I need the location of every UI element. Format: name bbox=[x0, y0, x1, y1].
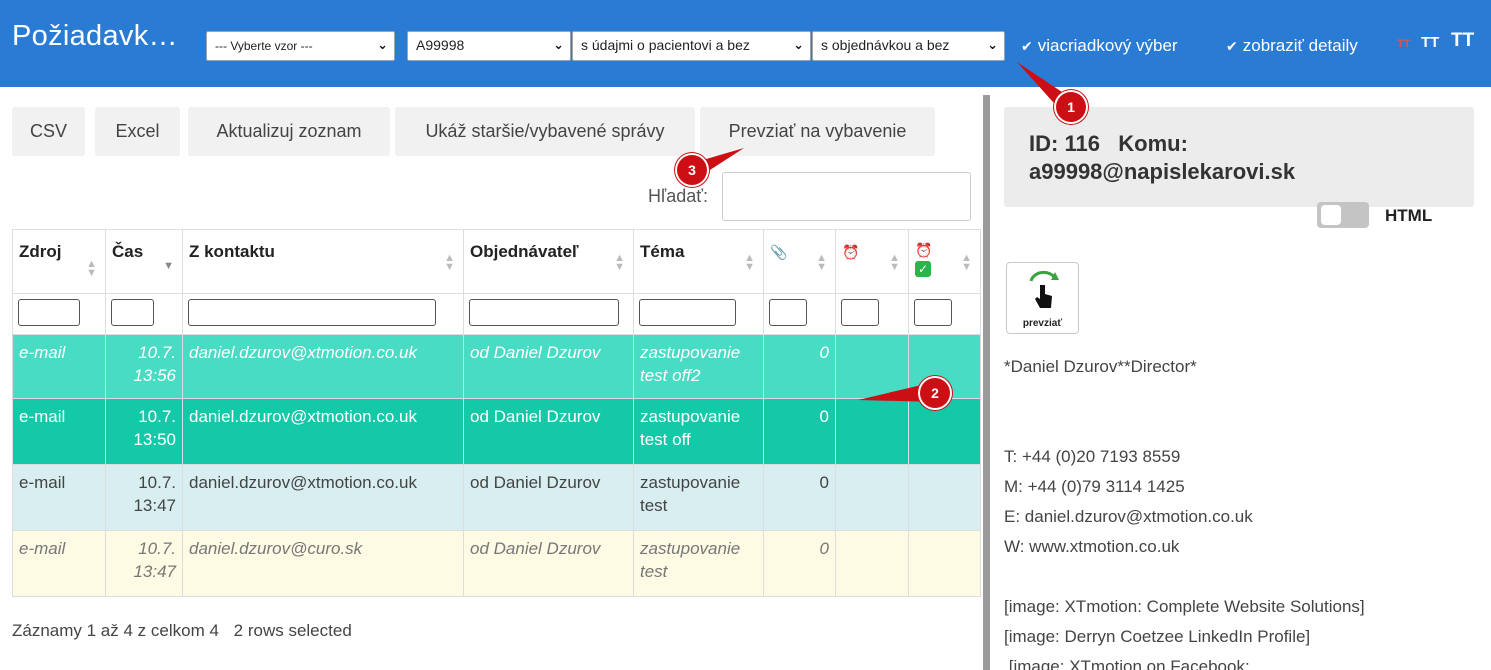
annotation-arrows bbox=[689, 62, 1068, 402]
annotation-marker-3: 3 bbox=[677, 155, 707, 185]
annotation-marker-2: 2 bbox=[920, 378, 950, 408]
annotation-marker-1: 1 bbox=[1056, 92, 1086, 122]
